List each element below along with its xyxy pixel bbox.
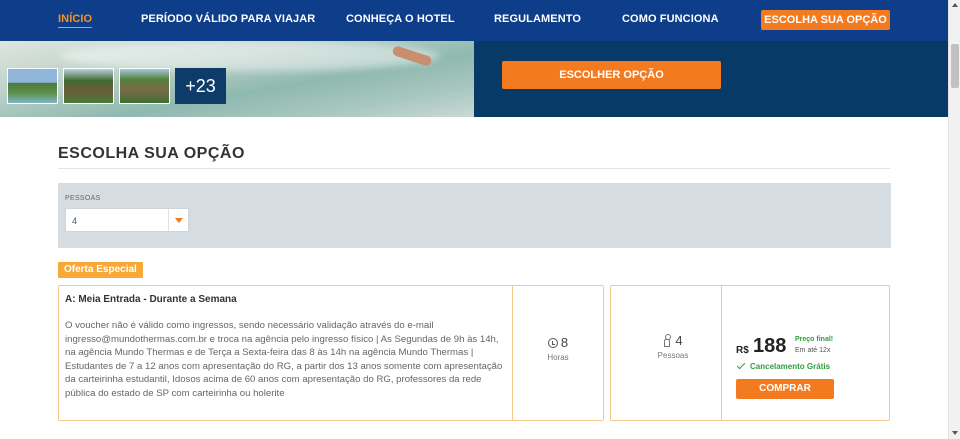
scrollbar-thumb[interactable] [951, 44, 959, 88]
gallery-thumbnail[interactable] [119, 68, 170, 104]
card-divider [512, 286, 513, 420]
hours-label: Horas [547, 353, 569, 362]
top-navigation: INÍCIO PERÍODO VÁLIDO PARA VIAJAR CONHEÇ… [0, 0, 948, 41]
price-currency: R$ [736, 345, 749, 356]
choose-option-button[interactable]: ESCOLHER OPÇÃO [502, 61, 721, 89]
nav-link-inicio[interactable]: INÍCIO [58, 13, 93, 28]
gallery-thumbnail[interactable] [7, 68, 58, 104]
scroll-down-icon[interactable] [952, 431, 958, 435]
people-value: 4 [675, 333, 683, 348]
person-icon [663, 334, 672, 347]
hours-value: 8 [560, 335, 569, 350]
people-label: Pessoas [657, 351, 689, 360]
nav-link-periodo-valido[interactable]: PERÍODO VÁLIDO PARA VIAJAR [141, 13, 315, 25]
offer-title: A: Meia Entrada - Durante a Semana [65, 294, 237, 305]
offer-description: O voucher não é válido como ingressos, s… [65, 320, 503, 399]
check-icon [736, 360, 746, 370]
scroll-up-icon[interactable] [952, 3, 958, 7]
card-divider [721, 286, 722, 420]
nav-link-conheca-hotel[interactable]: CONHEÇA O HOTEL [346, 13, 455, 25]
page-scrollbar[interactable] [948, 0, 960, 439]
more-photos-button[interactable]: +23 [175, 68, 226, 104]
special-offer-badge: Oferta Especial [58, 262, 143, 278]
price-value: 188 [753, 335, 787, 357]
nav-link-regulamento[interactable]: REGULAMENTO [494, 13, 581, 25]
hours-stat: 8 Horas [530, 335, 586, 362]
section-title: ESCOLHA SUA OPÇÃO [58, 145, 245, 162]
people-filter-label: PESSOAS [65, 195, 101, 202]
section-divider [58, 168, 890, 169]
free-cancellation: Cancelamento Grátis [736, 360, 831, 371]
select-divider [168, 209, 169, 231]
water-wave [60, 41, 440, 71]
clock-icon [547, 338, 558, 348]
people-select-value: 4 [72, 216, 78, 226]
installments-label: Em até 12x [795, 347, 831, 354]
people-stat: 4 Pessoas [645, 333, 701, 360]
gallery-thumbnail[interactable] [63, 68, 114, 104]
free-cancellation-label: Cancelamento Grátis [750, 362, 831, 371]
buy-button[interactable]: COMPRAR [736, 379, 834, 399]
final-price-label: Preço final! [795, 336, 834, 343]
choose-option-nav-button[interactable]: ESCOLHA SUA OPÇÃO [761, 10, 890, 30]
people-select[interactable]: 4 [65, 208, 189, 232]
chevron-down-icon [175, 218, 183, 223]
nav-link-como-funciona[interactable]: COMO FUNCIONA [622, 13, 719, 25]
